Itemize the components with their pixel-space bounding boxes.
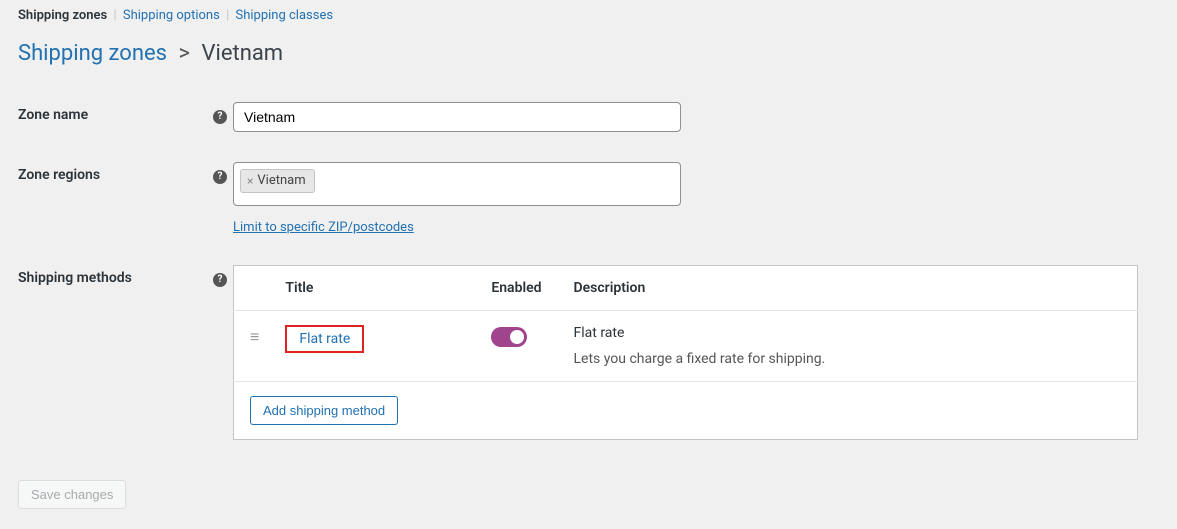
method-title-link[interactable]: Flat rate	[285, 325, 364, 353]
zone-regions-input[interactable]: × Vietnam	[233, 162, 681, 206]
enabled-toggle[interactable]	[491, 327, 527, 347]
region-tag[interactable]: × Vietnam	[240, 169, 315, 193]
close-icon[interactable]: ×	[247, 174, 253, 188]
col-enabled-header: Enabled	[475, 266, 557, 311]
zone-name-label: Zone name ?	[18, 92, 233, 152]
table-row: ≡ Flat rate Flat rate	[234, 311, 1138, 382]
region-tag-label: Vietnam	[257, 173, 305, 189]
add-shipping-method-button[interactable]: Add shipping method	[250, 396, 398, 425]
limit-postcodes-link[interactable]: Limit to specific ZIP/postcodes	[233, 220, 414, 235]
separator: |	[223, 8, 232, 23]
chevron-right-icon: >	[172, 41, 196, 66]
col-sort	[234, 266, 276, 311]
tab-shipping-options[interactable]: Shipping options	[123, 8, 220, 23]
breadcrumb: Shipping zones > Vietnam	[18, 41, 1159, 66]
separator: |	[110, 8, 119, 23]
breadcrumb-parent-link[interactable]: Shipping zones	[18, 41, 167, 66]
shipping-methods-label: Shipping methods ?	[18, 255, 233, 460]
col-title-header: Title	[275, 266, 475, 311]
zone-name-input[interactable]	[233, 102, 681, 132]
shipping-methods-table: Title Enabled Description ≡ Flat rate	[233, 265, 1138, 440]
zone-regions-label: Zone regions ?	[18, 152, 233, 255]
help-icon[interactable]: ?	[213, 170, 227, 184]
tab-shipping-zones[interactable]: Shipping zones	[18, 8, 107, 23]
save-changes-button[interactable]: Save changes	[18, 480, 126, 509]
sub-tabs: Shipping zones | Shipping options | Ship…	[18, 0, 1159, 23]
method-desc-title: Flat rate	[574, 325, 1121, 341]
help-icon[interactable]: ?	[213, 273, 227, 287]
method-desc-body: Lets you charge a fixed rate for shippin…	[574, 351, 1121, 367]
breadcrumb-current: Vietnam	[201, 41, 283, 66]
drag-handle-icon[interactable]: ≡	[250, 329, 259, 345]
help-icon[interactable]: ?	[213, 110, 227, 124]
col-description-header: Description	[558, 266, 1138, 311]
tab-shipping-classes[interactable]: Shipping classes	[235, 8, 333, 23]
toggle-knob	[510, 330, 524, 344]
